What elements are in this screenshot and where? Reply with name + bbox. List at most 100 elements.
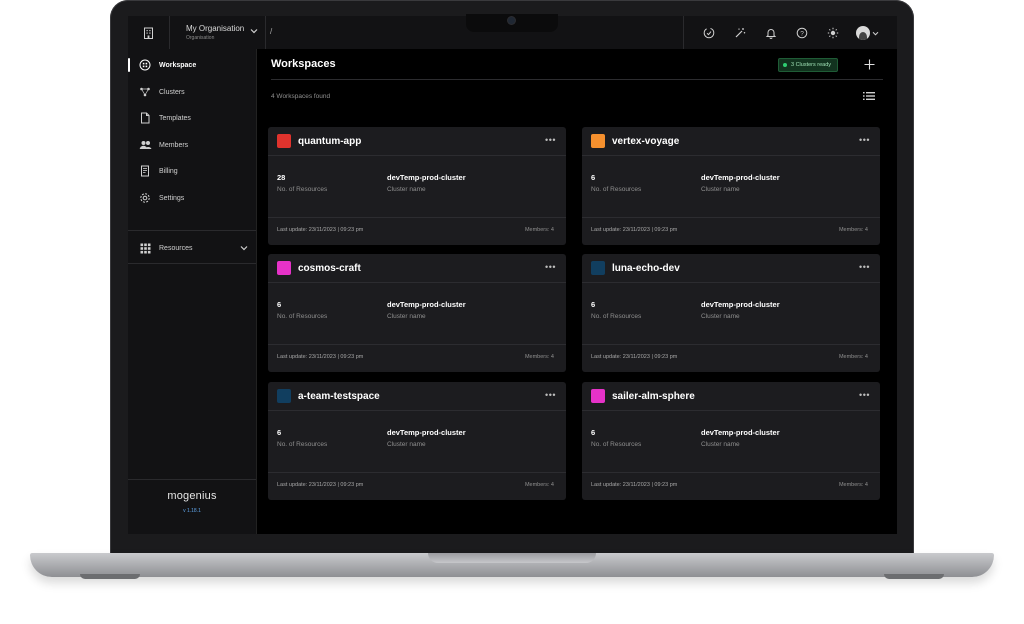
resources-count: 6 bbox=[591, 173, 596, 182]
list-view-icon[interactable] bbox=[863, 91, 875, 101]
version-link[interactable]: v 1.18.1 bbox=[128, 508, 256, 514]
last-update: Last update: 23/11/2023 | 09:23 pm bbox=[277, 482, 364, 488]
cluster-label: Cluster name bbox=[387, 441, 426, 448]
workspace-color-swatch bbox=[591, 134, 605, 148]
resources-label: No. of Resources bbox=[591, 313, 642, 320]
sidebar-item-billing[interactable]: Billing bbox=[128, 161, 256, 181]
card-header: a-team-testspace ••• bbox=[268, 382, 566, 411]
workspace-name[interactable]: a-team-testspace bbox=[298, 391, 380, 402]
gear-icon bbox=[138, 191, 152, 205]
cluster-name: devTemp-prod-cluster bbox=[701, 428, 780, 437]
sidebar-item-settings[interactable]: Settings bbox=[128, 188, 256, 208]
cluster-name: devTemp-prod-cluster bbox=[701, 300, 780, 309]
workspace-color-swatch bbox=[277, 134, 291, 148]
plus-icon bbox=[864, 59, 874, 69]
resources-label: No. of Resources bbox=[277, 441, 328, 448]
organisation-button[interactable] bbox=[128, 16, 170, 49]
workspace-card[interactable]: luna-echo-dev ••• 6 No. of Resources dev… bbox=[582, 254, 880, 372]
help-icon[interactable]: ? bbox=[794, 25, 810, 41]
cluster-label: Cluster name bbox=[387, 313, 426, 320]
building-icon bbox=[144, 27, 153, 39]
clusters-icon bbox=[138, 85, 152, 99]
resources-label: No. of Resources bbox=[591, 441, 642, 448]
sidebar-item-resources[interactable]: Resources bbox=[128, 238, 256, 258]
camera-notch bbox=[466, 14, 558, 32]
card-header: luna-echo-dev ••• bbox=[582, 254, 880, 283]
workspace-color-swatch bbox=[591, 261, 605, 275]
card-header: cosmos-craft ••• bbox=[268, 254, 566, 283]
workspace-name[interactable]: quantum-app bbox=[298, 136, 361, 147]
sidebar-item-label: Billing bbox=[159, 167, 178, 175]
workspace-color-swatch bbox=[277, 261, 291, 275]
workspace-card[interactable]: vertex-voyage ••• 6 No. of Resources dev… bbox=[582, 127, 880, 245]
cluster-name: devTemp-prod-cluster bbox=[387, 300, 466, 309]
more-options-icon[interactable]: ••• bbox=[545, 135, 556, 145]
members-count: Members: 4 bbox=[524, 227, 554, 233]
divider bbox=[582, 472, 880, 473]
workspace-card[interactable]: a-team-testspace ••• 6 No. of Resources … bbox=[268, 382, 566, 500]
sidebar-item-clusters[interactable]: Clusters bbox=[128, 82, 256, 102]
grid-icon bbox=[138, 241, 152, 255]
sidebar-item-label: Clusters bbox=[159, 88, 185, 96]
sidebar-item-workspace[interactable]: Workspace bbox=[128, 55, 256, 75]
workspace-name[interactable]: cosmos-craft bbox=[298, 263, 361, 274]
screen: My Organisation Organisation / ? Workspa… bbox=[128, 16, 897, 534]
more-options-icon[interactable]: ••• bbox=[545, 390, 556, 400]
sidebar: Workspace Clusters Templates Members Bil… bbox=[128, 49, 257, 534]
resources-count: 6 bbox=[277, 300, 282, 309]
card-header: vertex-voyage ••• bbox=[582, 127, 880, 156]
last-update: Last update: 23/11/2023 | 09:23 pm bbox=[591, 227, 678, 233]
resources-label: No. of Resources bbox=[277, 186, 328, 193]
main-content: Workspaces 3 Clusters ready 4 Workspaces… bbox=[257, 49, 897, 534]
last-update: Last update: 23/11/2023 | 09:23 pm bbox=[591, 354, 678, 360]
workspace-card[interactable]: cosmos-craft ••• 6 No. of Resources devT… bbox=[268, 254, 566, 372]
bell-icon[interactable] bbox=[763, 25, 779, 41]
resources-count: 6 bbox=[591, 428, 596, 437]
organisation-subtitle: Organisation bbox=[186, 35, 215, 41]
workspace-name[interactable]: sailer-alm-sphere bbox=[612, 391, 695, 402]
cluster-label: Cluster name bbox=[701, 441, 740, 448]
card-header: sailer-alm-sphere ••• bbox=[582, 382, 880, 411]
workspace-name[interactable]: luna-echo-dev bbox=[612, 263, 680, 274]
workspace-name[interactable]: vertex-voyage bbox=[612, 136, 679, 147]
cluster-label: Cluster name bbox=[701, 313, 740, 320]
chevron-down-icon[interactable] bbox=[250, 28, 258, 34]
chevron-down-icon bbox=[240, 246, 248, 251]
workspace-icon bbox=[138, 58, 152, 72]
activity-icon[interactable] bbox=[701, 25, 717, 41]
cluster-label: Cluster name bbox=[387, 186, 426, 193]
more-options-icon[interactable]: ••• bbox=[859, 262, 870, 272]
laptop-opening-groove bbox=[428, 553, 596, 563]
workspace-color-swatch bbox=[591, 389, 605, 403]
resources-count: 28 bbox=[277, 173, 286, 182]
divider bbox=[582, 344, 880, 345]
templates-icon bbox=[138, 111, 152, 125]
divider bbox=[268, 217, 566, 218]
last-update: Last update: 23/11/2023 | 09:23 pm bbox=[277, 227, 364, 233]
sidebar-item-label: Resources bbox=[159, 244, 193, 252]
magic-wand-icon[interactable] bbox=[732, 25, 748, 41]
sidebar-item-members[interactable]: Members bbox=[128, 135, 256, 155]
svg-text:?: ? bbox=[800, 30, 804, 37]
more-options-icon[interactable]: ••• bbox=[859, 135, 870, 145]
divider bbox=[268, 472, 566, 473]
chevron-down-icon bbox=[872, 31, 879, 35]
members-count: Members: 4 bbox=[838, 482, 868, 488]
more-options-icon[interactable]: ••• bbox=[545, 262, 556, 272]
more-options-icon[interactable]: ••• bbox=[859, 390, 870, 400]
results-count: 4 Workspaces found bbox=[271, 93, 331, 100]
sun-icon[interactable] bbox=[825, 25, 841, 41]
sidebar-item-label: Workspace bbox=[159, 61, 197, 69]
sidebar-item-templates[interactable]: Templates bbox=[128, 108, 256, 128]
organisation-switcher[interactable]: My Organisation Organisation bbox=[186, 24, 244, 42]
workspace-card[interactable]: sailer-alm-sphere ••• 6 No. of Resources… bbox=[582, 382, 880, 500]
page-title: Workspaces bbox=[271, 58, 336, 70]
divider bbox=[271, 79, 883, 80]
add-workspace-button[interactable] bbox=[861, 56, 877, 72]
status-badge-label: 3 Clusters ready bbox=[791, 62, 832, 68]
workspace-card[interactable]: quantum-app ••• 28 No. of Resources devT… bbox=[268, 127, 566, 245]
status-badge[interactable]: 3 Clusters ready bbox=[778, 58, 839, 72]
breadcrumb: / bbox=[270, 27, 273, 36]
user-menu[interactable] bbox=[856, 26, 879, 40]
divider bbox=[265, 16, 266, 49]
